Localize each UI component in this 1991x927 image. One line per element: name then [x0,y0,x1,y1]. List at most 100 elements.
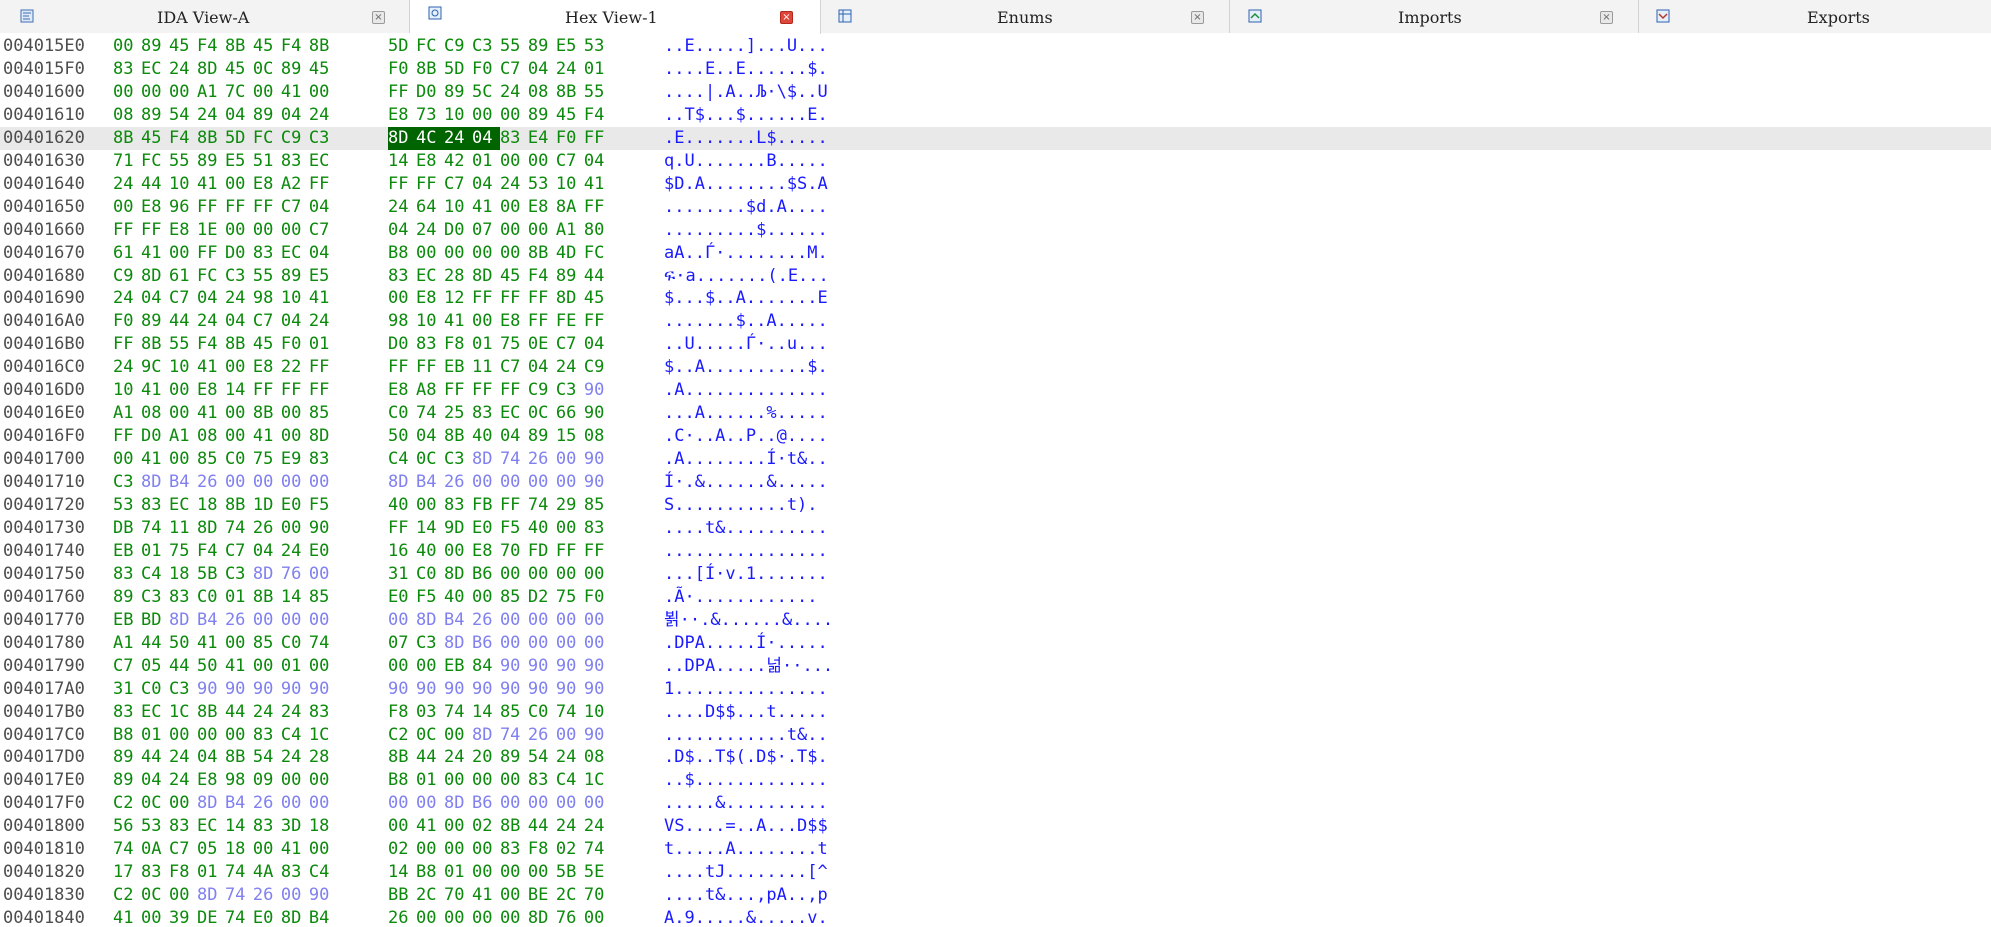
hex-byte[interactable]: 00 [169,792,197,815]
hex-byte[interactable]: B6 [472,632,500,655]
hex-byte[interactable]: 8B [416,58,444,81]
hex-byte[interactable]: FF [584,127,612,150]
hex-byte[interactable]: C7 [309,219,337,242]
hex-byte[interactable]: 00 [416,838,444,861]
hex-byte[interactable]: 41 [281,838,309,861]
hex-byte[interactable]: 00 [253,471,281,494]
hex-row[interactable]: 00401620 8B 45 F4 8B 5D FC C9 C3 8D 4C 24 04 83 E4 F0 FF… [0,126,1991,150]
hex-byte[interactable]: 01 [416,769,444,792]
hex-byte[interactable]: 00 [472,838,500,861]
hex-byte[interactable]: C3 [472,35,500,58]
hex-byte[interactable]: 74 [584,838,612,861]
hex-row[interactable]: 00401770 EB BD 8D B4 26 00 00 00 00 8D B4 26 00 00 00 00… [0,609,1991,632]
hex-byte[interactable]: 00 [416,655,444,678]
hex-byte[interactable]: A1 [556,219,584,242]
hex-byte[interactable]: 83 [500,838,528,861]
hex-byte[interactable]: D0 [141,425,169,448]
hex-byte[interactable]: FE [556,310,584,333]
hex-byte[interactable]: 8D [253,563,281,586]
hex-row[interactable]: 00401840 41 00 39 DE 74 E0 8D B4 26 00 00 00 00 8D 76 00… [0,907,1991,927]
hex-byte[interactable]: E8 [500,310,528,333]
hex-row[interactable]: 00401810 74 0A C7 05 18 00 41 00 02 00 00 00 83 F8 02 74… [0,838,1991,861]
hex-byte[interactable]: 26 [253,517,281,540]
hex-byte[interactable]: 8D [141,471,169,494]
hex-byte[interactable]: 08 [113,104,141,127]
hex-byte[interactable]: 24 [388,196,416,219]
hex-byte[interactable]: 08 [584,425,612,448]
hex-byte[interactable]: 00 [281,884,309,907]
hex-byte[interactable]: 8B [225,333,253,356]
hex-byte[interactable]: 04 [141,769,169,792]
hex-byte[interactable]: 24 [253,701,281,724]
hex-byte[interactable]: 24 [281,746,309,769]
hex-byte[interactable]: 00 [500,242,528,265]
hex-byte[interactable]: 00 [528,563,556,586]
hex-byte[interactable]: 53 [528,173,556,196]
hex-byte[interactable]: 89 [141,104,169,127]
hex-byte[interactable]: 01 [197,861,225,884]
hex-byte[interactable]: 07 [388,632,416,655]
hex-byte[interactable]: FF [197,196,225,219]
hex-byte[interactable]: C0 [197,586,225,609]
hex-byte[interactable]: 24 [556,746,584,769]
hex-byte[interactable]: 55 [253,265,281,288]
close-icon[interactable]: × [372,11,385,24]
hex-byte[interactable]: 00 [472,861,500,884]
hex-byte[interactable]: 74 [500,448,528,471]
hex-row[interactable]: 00401750 83 C4 18 5B C3 8D 76 00 31 C0 8D B6 00 00 00 00… [0,563,1991,586]
hex-ascii[interactable]: .Ã·............ [664,586,818,609]
hex-byte[interactable]: FF [388,356,416,379]
hex-byte[interactable]: 90 [584,379,612,402]
hex-byte[interactable]: C3 [225,563,253,586]
hex-byte[interactable]: 90 [309,678,337,701]
hex-byte[interactable]: 00 [500,471,528,494]
hex-byte[interactable]: 45 [225,58,253,81]
hex-ascii[interactable]: q.U.......B..... [664,150,828,173]
hex-byte[interactable]: 00 [225,471,253,494]
hex-byte[interactable]: 00 [169,448,197,471]
hex-byte[interactable]: 26 [197,471,225,494]
hex-byte[interactable]: 00 [528,609,556,632]
hex-row[interactable]: 004016C0 24 9C 10 41 00 E8 22 FF FF FF EB 11 C7 04 24 C9… [0,356,1991,379]
hex-byte[interactable]: 41 [444,310,472,333]
hex-byte[interactable]: 00 [113,35,141,58]
hex-byte[interactable]: 89 [528,425,556,448]
hex-byte[interactable]: 20 [472,746,500,769]
hex-ascii[interactable]: .D$..T$(.D$·.T$. [664,746,828,769]
hex-byte[interactable]: 15 [556,425,584,448]
hex-byte[interactable]: 00 [556,471,584,494]
hex-byte[interactable]: 83 [281,150,309,173]
hex-byte[interactable]: 3D [281,815,309,838]
hex-byte[interactable]: F0 [113,310,141,333]
hex-byte[interactable]: E5 [309,265,337,288]
hex-byte[interactable]: 44 [141,746,169,769]
hex-byte[interactable]: 00 [584,792,612,815]
hex-byte[interactable]: 0C [416,724,444,747]
hex-byte[interactable]: 00 [281,517,309,540]
hex-byte[interactable]: 04 [388,219,416,242]
hex-ascii[interactable]: $...$..A.......E [664,287,828,310]
hex-byte[interactable]: C7 [113,655,141,678]
hex-byte[interactable]: 74 [225,517,253,540]
hex-byte[interactable]: 83 [113,701,141,724]
hex-byte[interactable]: 45 [309,58,337,81]
hex-byte[interactable]: 74 [416,402,444,425]
hex-byte[interactable]: 00 [584,632,612,655]
hex-byte[interactable]: 07 [472,219,500,242]
hex-byte[interactable]: 8B [444,425,472,448]
hex-byte[interactable]: C3 [444,448,472,471]
hex-byte[interactable]: 41 [584,173,612,196]
hex-row[interactable]: 00401820 17 83 F8 01 74 4A 83 C4 14 B8 01 00 00 00 5B 5E… [0,861,1991,884]
hex-byte[interactable]: FB [472,494,500,517]
hex-ascii[interactable]: .C·..A..P..@.... [664,425,828,448]
hex-ascii[interactable]: ..T$...$......E. [664,104,828,127]
hex-byte[interactable]: B8 [388,769,416,792]
hex-byte[interactable]: 25 [444,402,472,425]
hex-byte[interactable]: 24 [169,58,197,81]
hex-byte[interactable]: 00 [528,219,556,242]
hex-byte[interactable]: 01 [225,586,253,609]
hex-byte[interactable]: 45 [141,127,169,150]
hex-byte[interactable]: 8B [225,35,253,58]
hex-byte[interactable]: F4 [169,127,197,150]
hex-byte[interactable]: 00 [500,150,528,173]
